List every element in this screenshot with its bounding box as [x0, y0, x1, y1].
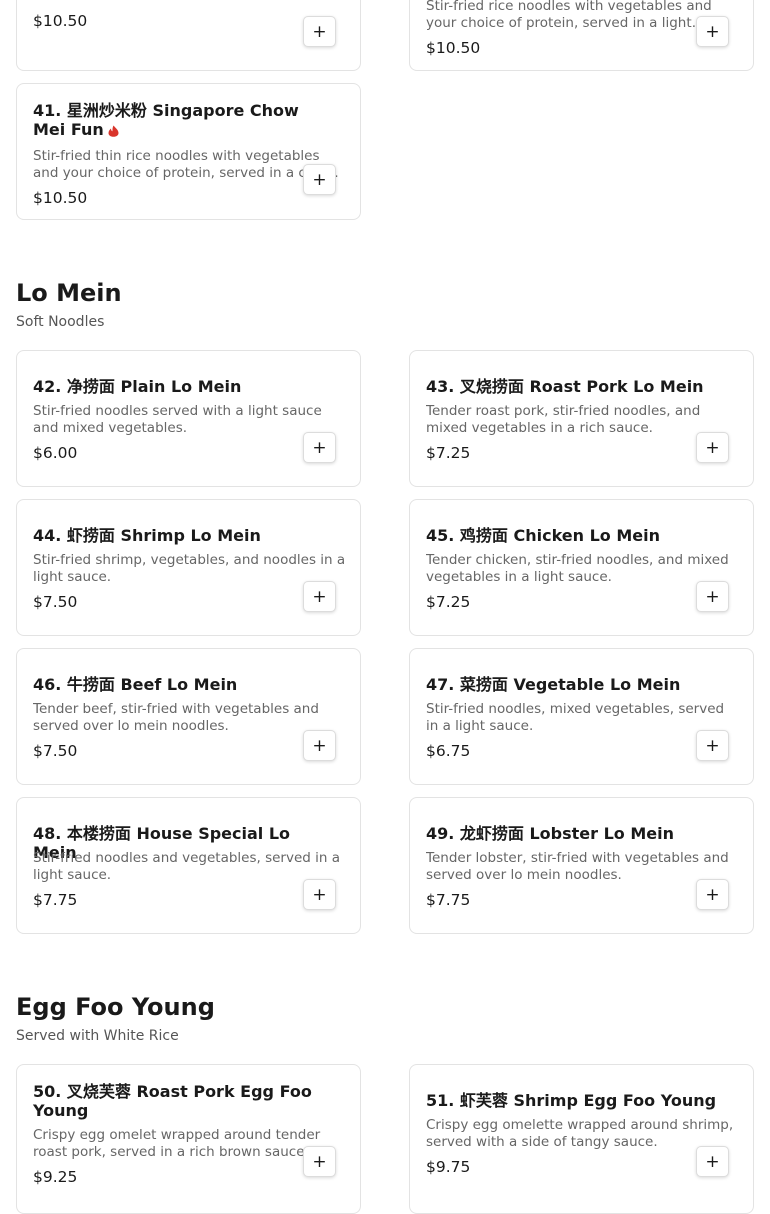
add-to-cart-button[interactable]: + — [696, 730, 729, 761]
chili-flame-icon — [108, 125, 119, 137]
item-description: Stir-fried rice noodles with vegetables … — [426, 0, 712, 31]
add-to-cart-button[interactable]: + — [696, 879, 729, 910]
menu-item-card[interactable]: 45. 鸡捞面 Chicken Lo Mein Tender chicken, … — [409, 499, 754, 636]
item-description: Stir-fried noodles, mixed vegetables, se… — [426, 701, 725, 734]
item-title: 41. 星洲炒米粉 Singapore Chow Mei Fun — [33, 101, 324, 139]
item-description: Tender chicken, stir-fried noodles, and … — [426, 552, 729, 585]
menu-item-card[interactable]: 47. 菜捞面 Vegetable Lo Mein Stir-fried noo… — [409, 648, 754, 785]
add-to-cart-button[interactable]: + — [696, 581, 729, 612]
section-title: Egg Foo Young — [16, 993, 215, 1021]
item-price: $7.50 — [33, 593, 78, 611]
menu-item-card[interactable]: 43. 叉烧捞面 Roast Pork Lo Mein Tender roast… — [409, 350, 754, 487]
item-price: $7.75 — [33, 891, 78, 909]
item-price: $10.50 — [33, 189, 88, 207]
add-to-cart-button[interactable]: + — [303, 16, 336, 47]
item-price: $9.25 — [33, 1168, 78, 1186]
item-title-text: 41. 星洲炒米粉 Singapore Chow Mei Fun — [33, 101, 299, 139]
item-price: $6.00 — [33, 444, 78, 462]
item-description: Crispy egg omelette wrapped around shrim… — [426, 1117, 734, 1150]
add-to-cart-button[interactable]: + — [696, 16, 729, 47]
item-description: Stir-fried noodles served with a light s… — [33, 403, 322, 436]
add-to-cart-button[interactable]: + — [303, 1146, 336, 1177]
add-to-cart-button[interactable]: + — [303, 164, 336, 195]
item-title: 45. 鸡捞面 Chicken Lo Mein — [426, 526, 661, 545]
add-to-cart-button[interactable]: + — [303, 730, 336, 761]
add-to-cart-button[interactable]: + — [303, 581, 336, 612]
add-to-cart-button[interactable]: + — [696, 432, 729, 463]
menu-item-card[interactable]: 42. 净捞面 Plain Lo Mein Stir-fried noodles… — [16, 350, 361, 487]
menu-item-card[interactable]: Stir-fried rice noodles with vegetables … — [409, 0, 754, 71]
item-description: Stir-fried shrimp, vegetables, and noodl… — [33, 552, 346, 585]
menu-item-card[interactable]: 50. 叉烧芙蓉 Roast Pork Egg Foo Young Crispy… — [16, 1064, 361, 1214]
section-subtitle: Served with White Rice — [16, 1028, 179, 1044]
item-title: 43. 叉烧捞面 Roast Pork Lo Mein — [426, 377, 704, 396]
menu-item-card[interactable]: 49. 龙虾捞面 Lobster Lo Mein Tender lobster,… — [409, 797, 754, 934]
menu-item-card[interactable]: 44. 虾捞面 Shrimp Lo Mein Stir-fried shrimp… — [16, 499, 361, 636]
add-to-cart-button[interactable]: + — [303, 879, 336, 910]
menu-item-card[interactable]: 41. 星洲炒米粉 Singapore Chow Mei Fun Stir-fr… — [16, 83, 361, 220]
menu-item-card[interactable]: 51. 虾芙蓉 Shrimp Egg Foo Young Crispy egg … — [409, 1064, 754, 1214]
menu-item-card[interactable]: 46. 牛捞面 Beef Lo Mein Tender beef, stir-f… — [16, 648, 361, 785]
item-title: 50. 叉烧芙蓉 Roast Pork Egg Foo Young — [33, 1082, 312, 1120]
item-description: Tender lobster, stir-fried with vegetabl… — [426, 850, 729, 883]
item-description: Stir-fried thin rice noodles with vegeta… — [33, 148, 333, 181]
add-to-cart-button[interactable]: + — [303, 432, 336, 463]
item-price: $7.75 — [426, 891, 471, 909]
item-title: 47. 菜捞面 Vegetable Lo Mein — [426, 675, 681, 694]
item-price: $9.75 — [426, 1158, 471, 1176]
item-price: $7.25 — [426, 593, 471, 611]
item-description: Crispy egg omelet wrapped around tender … — [33, 1127, 321, 1160]
section-subtitle: Soft Noodles — [16, 314, 105, 330]
item-price: $6.75 — [426, 742, 471, 760]
item-description: Tender roast pork, stir-fried noodles, a… — [426, 403, 701, 436]
item-description: Tender beef, stir-fried with vegetables … — [33, 701, 319, 734]
item-title: 42. 净捞面 Plain Lo Mein — [33, 377, 242, 396]
item-title: 51. 虾芙蓉 Shrimp Egg Foo Young — [426, 1091, 717, 1110]
menu-item-card[interactable]: 48. 本楼捞面 House Special Lo Mein Stir-frie… — [16, 797, 361, 934]
item-title: 46. 牛捞面 Beef Lo Mein — [33, 675, 238, 694]
item-description: Stir-fried noodles and vegetables, serve… — [33, 850, 340, 883]
item-price: $10.50 — [33, 12, 88, 30]
add-to-cart-button[interactable]: + — [696, 1146, 729, 1177]
item-price: $7.25 — [426, 444, 471, 462]
item-title: 49. 龙虾捞面 Lobster Lo Mein — [426, 824, 675, 843]
item-price: $7.50 — [33, 742, 78, 760]
menu-item-card[interactable]: $10.50 + — [16, 0, 361, 71]
item-price: $10.50 — [426, 39, 481, 57]
section-title: Lo Mein — [16, 279, 122, 307]
item-title: 44. 虾捞面 Shrimp Lo Mein — [33, 526, 261, 545]
